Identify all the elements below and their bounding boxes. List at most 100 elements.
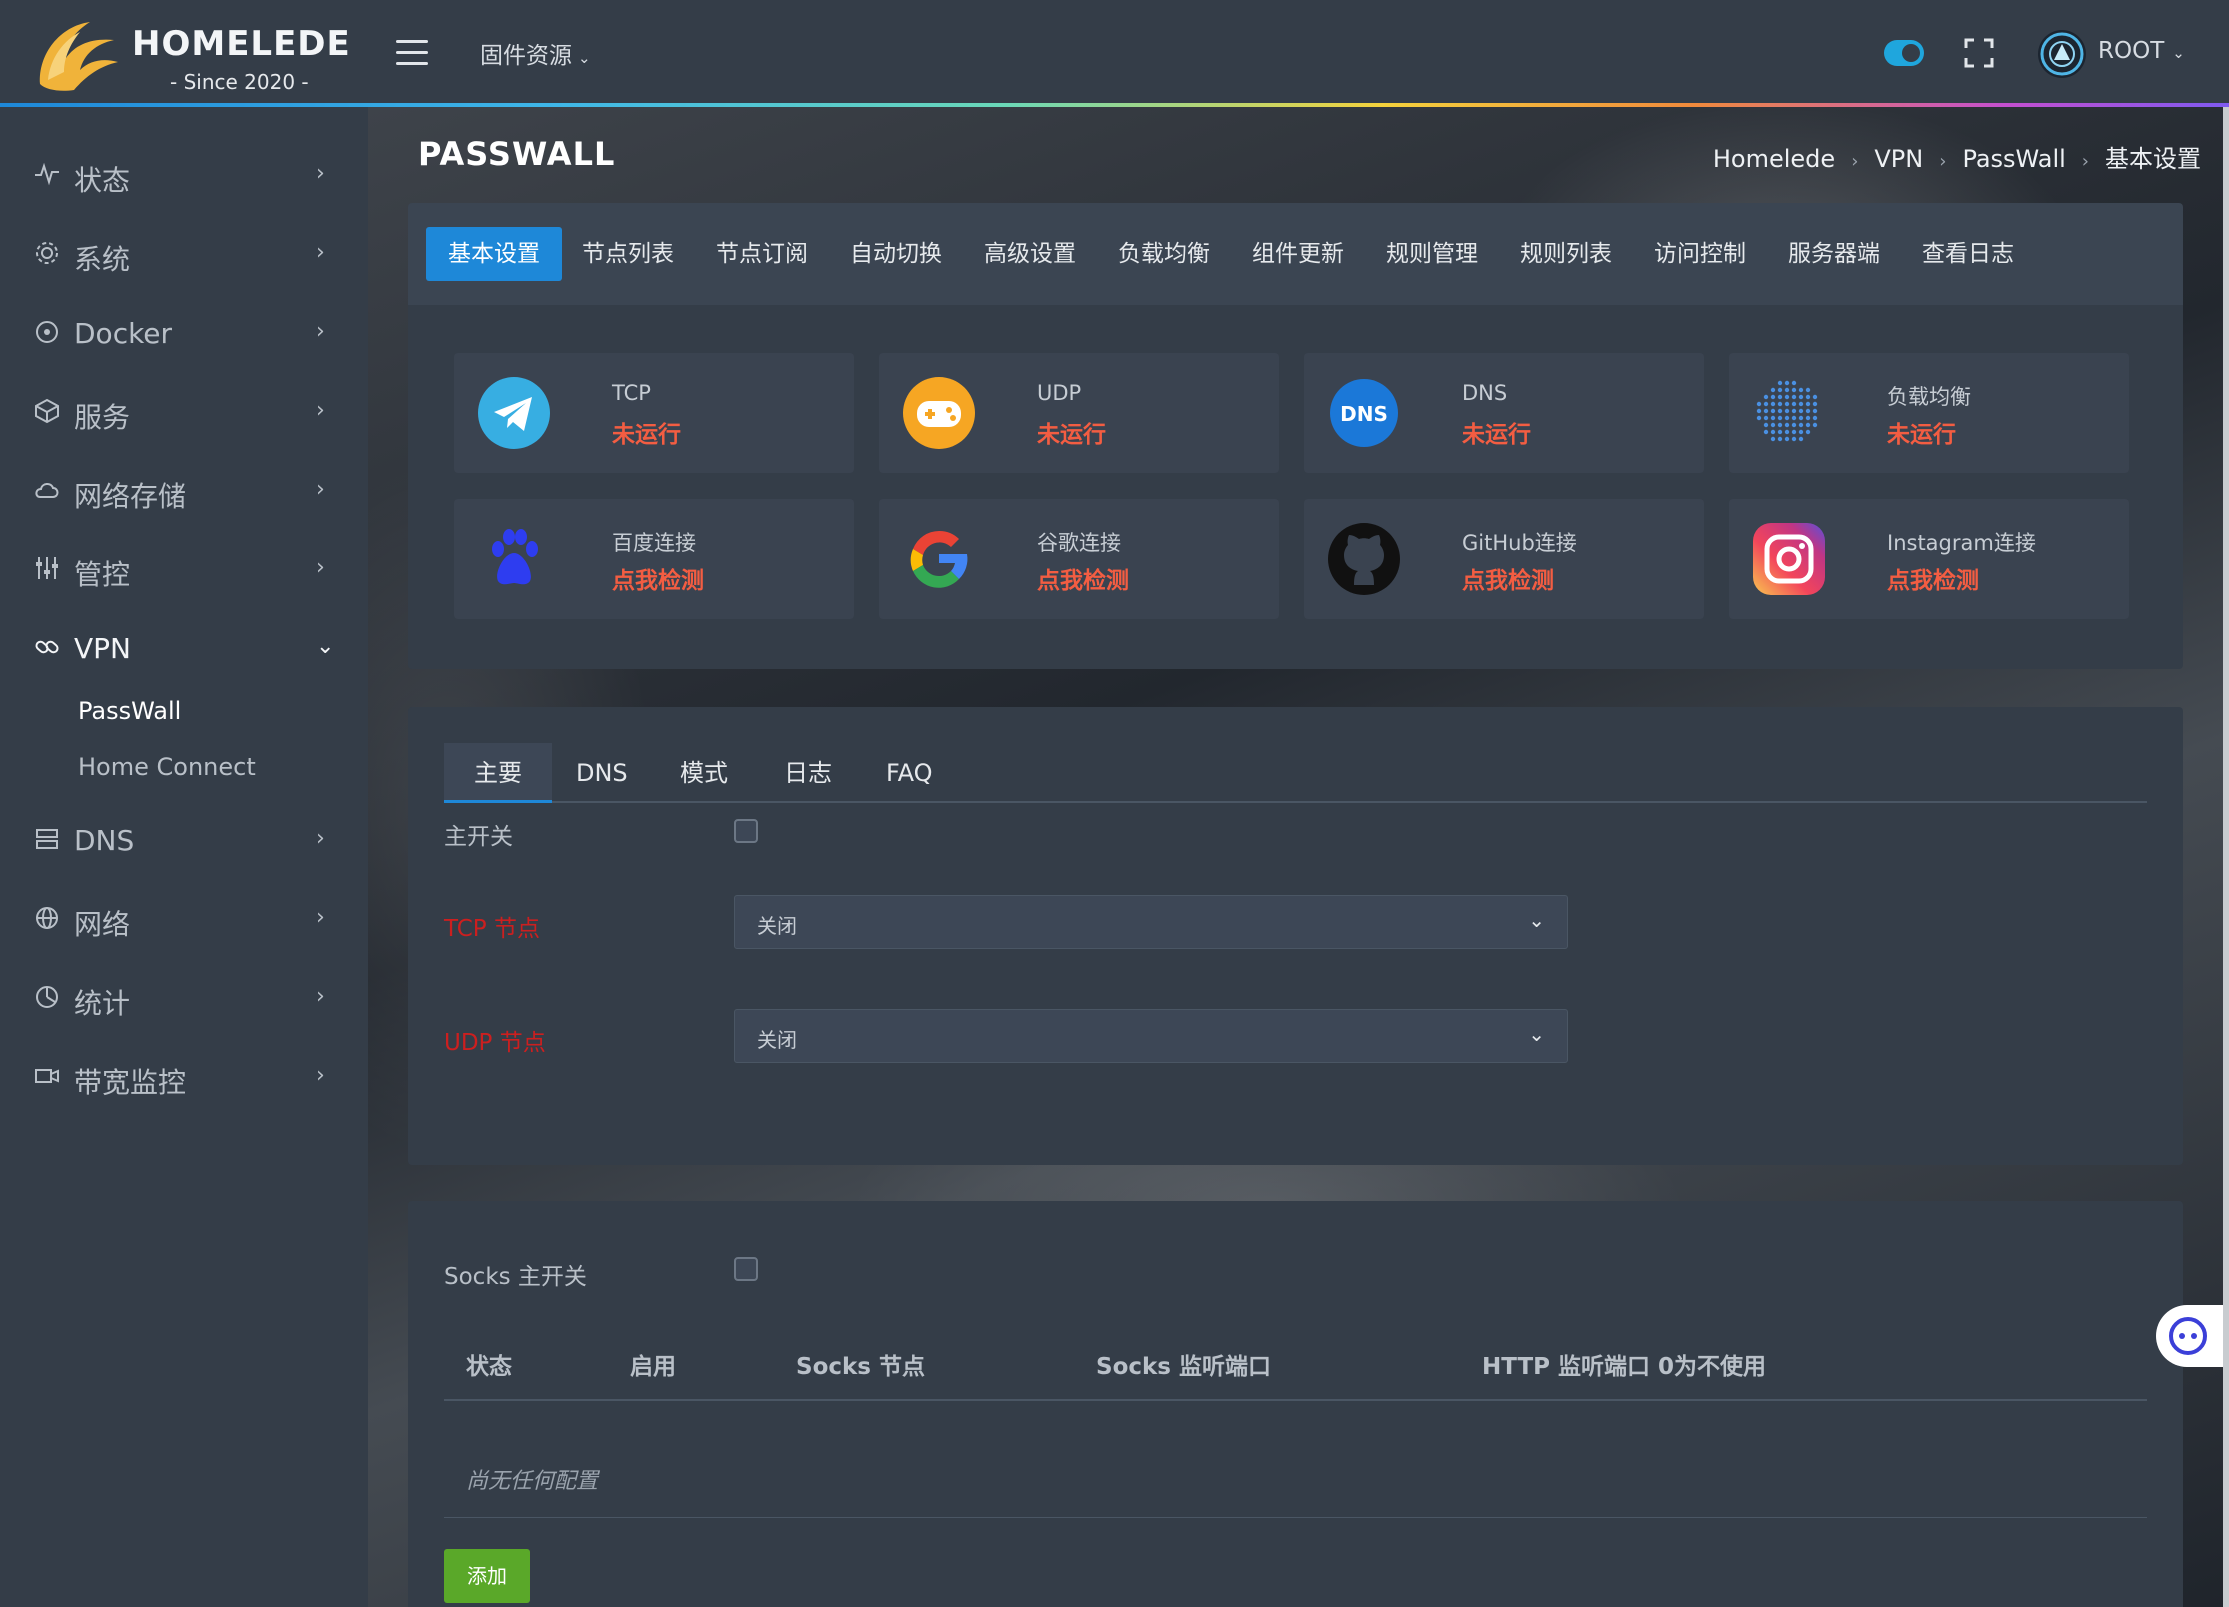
menu-toggle-button[interactable] [396,40,428,66]
table-header-enabled: 启用 [630,1354,676,1380]
hamburger-bar [396,51,428,54]
chevron-down-icon: ⌄ [1528,908,1545,932]
tab-basic-settings[interactable]: 基本设置 [426,227,562,281]
table-divider [444,1399,2147,1401]
tab-auto-switch[interactable]: 自动切换 [828,227,964,281]
status-card-google[interactable]: 谷歌连接 点我检测 [879,499,1279,619]
chevron-right-icon: › [316,477,325,502]
chevron-right-icon: › [316,161,325,186]
hamburger-bar [396,40,428,43]
sidebar-item-nas[interactable]: 网络存储 › [0,461,368,521]
master-switch-checkbox[interactable] [734,819,758,843]
chart-icon [36,986,58,1008]
add-button[interactable]: 添加 [444,1549,530,1603]
breadcrumb-link[interactable]: VPN [1874,145,1923,173]
tcp-node-label: TCP 节点 [444,916,540,942]
page-scrollbar[interactable] [2223,107,2229,1607]
card-title: DNS [1462,381,1508,405]
sidebar-item-dns[interactable]: DNS › [0,810,368,870]
user-menu[interactable]: ROOT ⌄ [2098,38,2185,64]
chevron-right-icon: › [316,240,325,265]
sidebar-item-statistics[interactable]: 统计 › [0,968,368,1028]
breadcrumb-separator-icon: › [1851,151,1859,172]
chevron-right-icon: › [316,984,325,1009]
breadcrumb-link[interactable]: PassWall [1962,145,2065,173]
status-panel: TCP 未运行 UDP 未运行 DNS DNS 未运行 负载均衡 未运行 百度连… [408,305,2183,669]
tab-advanced[interactable]: 高级设置 [962,227,1098,281]
status-card-baidu[interactable]: 百度连接 点我检测 [454,499,854,619]
sidebar-item-label: 网络存储 [74,480,187,513]
udp-node-label: UDP 节点 [444,1030,546,1056]
tab-component-update[interactable]: 组件更新 [1230,227,1366,281]
tcp-node-value: 关闭 [757,914,797,938]
sidebar-item-network[interactable]: 网络 › [0,889,368,949]
tab-node-subscribe[interactable]: 节点订阅 [694,227,830,281]
udp-node-value: 关闭 [757,1028,797,1052]
master-switch-label: 主开关 [444,824,513,850]
socks-switch-checkbox[interactable] [734,1257,758,1281]
sidebar-subitem-home-connect[interactable]: Home Connect [78,753,256,781]
tab-node-list[interactable]: 节点列表 [560,227,696,281]
fullscreen-icon[interactable] [1964,38,1994,68]
chat-helper-button[interactable] [2156,1305,2229,1367]
main-content: PASSWALL Homelede › VPN › PassWall › 基本设置 基本设置… [368,107,2229,1607]
status-card-dns[interactable]: DNS DNS 未运行 [1304,353,1704,473]
sidebar-item-label: 状态 [74,164,131,197]
subtab-log[interactable]: 日志 [754,743,862,803]
user-name: ROOT [2098,38,2165,64]
card-title: 谷歌连接 [1037,531,1121,555]
socks-switch-label: Socks 主开关 [444,1264,587,1290]
robot-face-icon [2169,1317,2207,1355]
subtab-mode[interactable]: 模式 [650,743,758,803]
udp-node-select[interactable]: 关闭 ⌄ [734,1009,1568,1063]
table-header-status: 状态 [466,1354,512,1380]
chevron-down-icon: ⌄ [2172,44,2185,62]
tab-load-balance[interactable]: 负载均衡 [1096,227,1232,281]
sidebar-item-control[interactable]: 管控 › [0,539,368,599]
gear-icon [36,242,58,264]
baidu-paw-icon [492,529,538,585]
firmware-resources-menu[interactable]: 固件资源 ⌄ [480,36,591,70]
card-status: 点我检测 [1037,568,1129,594]
socks-panel: Socks 主开关 状态 启用 Socks 节点 Socks 监听端口 HTTP… [408,1201,2183,1607]
sidebar-item-system[interactable]: 系统 › [0,224,368,284]
camera-icon [35,1069,59,1083]
firmware-menu-label: 固件资源 [480,43,572,69]
tab-server[interactable]: 服务器端 [1766,227,1902,281]
table-header-socks-port: Socks 监听端口 [1096,1354,1271,1380]
avatar[interactable] [2038,30,2086,78]
status-card-load-balance[interactable]: 负载均衡 未运行 [1729,353,2129,473]
tab-rule-list[interactable]: 规则列表 [1498,227,1634,281]
phoenix-logo-icon [39,22,118,91]
breadcrumb-link[interactable]: Homelede [1713,145,1835,173]
card-status: 未运行 [1462,422,1531,448]
status-card-udp[interactable]: UDP 未运行 [879,353,1279,473]
status-card-tcp[interactable]: TCP 未运行 [454,353,854,473]
breadcrumb-separator-icon: › [1939,151,1947,172]
sidebar-item-vpn[interactable]: VPN ⌄ [0,618,368,678]
tab-access-control[interactable]: 访问控制 [1632,227,1768,281]
dots-sphere-icon [1756,380,1818,442]
theme-toggle[interactable] [1884,40,1924,66]
sidebar-item-services[interactable]: 服务 › [0,382,368,442]
subtab-dns[interactable]: DNS [546,743,658,803]
sidebar-item-docker[interactable]: Docker › [0,303,368,363]
subtab-faq[interactable]: FAQ [856,743,963,803]
status-card-github[interactable]: GitHub连接 点我检测 [1304,499,1704,619]
sidebar-item-label: 系统 [74,243,131,276]
card-title: Instagram连接 [1887,531,2036,555]
cube-icon [35,398,59,424]
chevron-down-icon: ⌄ [316,634,335,659]
status-card-instagram[interactable]: Instagram连接 点我检测 [1729,499,2129,619]
cloud-icon [35,483,59,498]
tab-view-log[interactable]: 查看日志 [1900,227,2036,281]
table-header-socks-node: Socks 节点 [796,1354,925,1380]
tcp-node-select[interactable]: 关闭 ⌄ [734,895,1568,949]
sidebar-subitem-passwall[interactable]: PassWall [78,697,181,725]
subtab-main[interactable]: 主要 [444,743,552,803]
logo[interactable]: HOMELEDE - Since 2020 - [30,14,350,94]
instagram-icon [1753,523,1825,595]
sidebar-item-bandwidth[interactable]: 带宽监控 › [0,1047,368,1107]
tab-rule-manage[interactable]: 规则管理 [1364,227,1500,281]
sidebar-item-status[interactable]: 状态 › [0,145,368,205]
